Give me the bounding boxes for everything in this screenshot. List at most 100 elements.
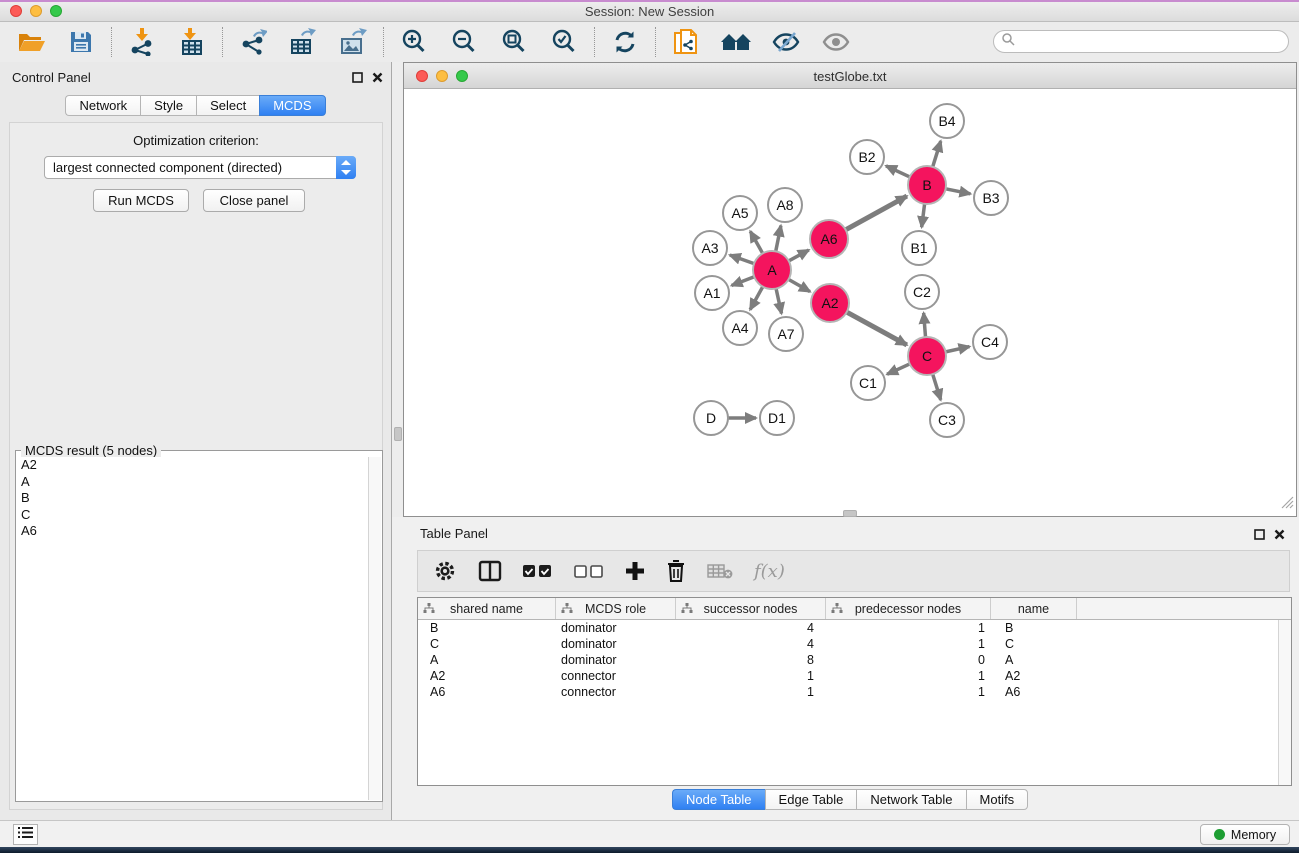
function-builder-icon[interactable]: f(x) [754, 556, 785, 586]
tab-network[interactable]: Network [65, 95, 140, 116]
edge-A-A5[interactable] [750, 231, 762, 253]
edge-A6-B[interactable] [846, 196, 907, 230]
first-neighbors-icon[interactable] [719, 27, 753, 57]
deselect-all-checks-icon[interactable] [574, 556, 604, 586]
tab-motifs[interactable]: Motifs [966, 789, 1029, 810]
tab-mcds[interactable]: MCDS [259, 95, 325, 116]
duplicate-network-icon[interactable] [669, 27, 703, 57]
import-table-icon[interactable] [175, 27, 209, 57]
export-network-icon[interactable] [236, 27, 270, 57]
hide-selected-icon[interactable] [769, 27, 803, 57]
tab-network-table[interactable]: Network Table [856, 789, 965, 810]
float-table-panel-icon[interactable] [1254, 527, 1265, 545]
export-table-icon[interactable] [286, 27, 320, 57]
cell-successor-nodes[interactable]: 4 [676, 621, 826, 635]
list-item[interactable]: C [17, 507, 368, 524]
task-history-button[interactable] [13, 824, 38, 845]
cell-predecessor-nodes[interactable]: 1 [826, 669, 991, 683]
cell-shared-name[interactable]: B [418, 621, 556, 635]
cell-shared-name[interactable]: C [418, 637, 556, 651]
zoom-in-icon[interactable] [397, 27, 431, 57]
save-session-icon[interactable] [64, 27, 98, 57]
result-list-scrollbar[interactable] [368, 457, 381, 800]
list-item[interactable]: A6 [17, 523, 368, 540]
edge-A2-C[interactable] [847, 312, 907, 345]
desktop-horizontal-scrollbar[interactable] [843, 510, 857, 517]
cell-shared-name[interactable]: A6 [418, 685, 556, 699]
memory-button[interactable]: Memory [1200, 824, 1290, 845]
search-input[interactable] [993, 30, 1289, 53]
cell-name[interactable]: C [991, 637, 1077, 651]
column-visibility-icon[interactable] [478, 556, 502, 586]
tab-node-table[interactable]: Node Table [672, 789, 765, 810]
column-header-shared-name[interactable]: shared name [418, 598, 556, 619]
cell-name[interactable]: A6 [991, 685, 1077, 699]
cell-mcds-role[interactable]: dominator [556, 637, 676, 651]
cell-mcds-role[interactable]: dominator [556, 653, 676, 667]
cell-predecessor-nodes[interactable]: 1 [826, 685, 991, 699]
edge-C-C1[interactable] [887, 364, 910, 374]
cell-shared-name[interactable]: A2 [418, 669, 556, 683]
column-header-predecessor-nodes[interactable]: predecessor nodes [826, 598, 991, 619]
cell-mcds-role[interactable]: dominator [556, 621, 676, 635]
desktop-vertical-scrollbar[interactable] [394, 427, 402, 441]
import-network-icon[interactable] [125, 27, 159, 57]
list-item[interactable]: B [17, 490, 368, 507]
close-panel-icon[interactable] [372, 70, 383, 88]
cell-successor-nodes[interactable]: 4 [676, 637, 826, 651]
cell-mcds-role[interactable]: connector [556, 669, 676, 683]
cell-predecessor-nodes[interactable]: 1 [826, 637, 991, 651]
table-row[interactable]: A2 connector 1 1 A2 [418, 668, 1278, 684]
table-options-gear-icon[interactable] [433, 556, 457, 586]
add-column-icon[interactable] [625, 556, 645, 586]
cell-name[interactable]: A [991, 653, 1077, 667]
cell-predecessor-nodes[interactable]: 0 [826, 653, 991, 667]
table-scrollbar[interactable] [1278, 620, 1291, 785]
cell-mcds-role[interactable]: connector [556, 685, 676, 699]
select-all-checks-icon[interactable] [523, 556, 553, 586]
export-image-icon[interactable] [336, 27, 370, 57]
network-canvas[interactable]: AA6A2BCA5A8A3A1A4A7B4B2B3B1C2C4C1C3DD1 [404, 89, 1296, 516]
window-resize-grip[interactable] [1281, 496, 1294, 514]
network-window-titlebar[interactable]: testGlobe.txt [404, 63, 1296, 89]
column-header-successor-nodes[interactable]: successor nodes [676, 598, 826, 619]
cell-successor-nodes[interactable]: 8 [676, 653, 826, 667]
close-panel-button[interactable]: Close panel [203, 189, 305, 212]
edge-B-B1[interactable] [922, 204, 925, 227]
edge-C-C2[interactable] [924, 313, 926, 337]
close-table-panel-icon[interactable] [1274, 527, 1285, 545]
column-header-mcds-role[interactable]: MCDS role [556, 598, 676, 619]
delete-column-icon[interactable] [666, 556, 686, 586]
mcds-result-list[interactable]: A2 A B C A6 [17, 457, 368, 800]
edge-C-C4[interactable] [946, 347, 970, 352]
cell-shared-name[interactable]: A [418, 653, 556, 667]
cell-successor-nodes[interactable]: 1 [676, 669, 826, 683]
cell-name[interactable]: B [991, 621, 1077, 635]
column-header-name[interactable]: name [991, 598, 1077, 619]
edge-A-A2[interactable] [789, 279, 810, 291]
tab-style[interactable]: Style [140, 95, 196, 116]
edge-A-A1[interactable] [732, 277, 755, 286]
cell-name[interactable]: A2 [991, 669, 1077, 683]
edge-B-B2[interactable] [886, 166, 910, 177]
table-row[interactable]: A6 connector 1 1 A6 [418, 684, 1278, 700]
delete-table-icon[interactable] [707, 556, 733, 586]
zoom-out-icon[interactable] [447, 27, 481, 57]
edge-B-B3[interactable] [946, 189, 971, 194]
list-item[interactable]: A2 [17, 457, 368, 474]
edge-A-A8[interactable] [776, 226, 781, 252]
run-mcds-button[interactable]: Run MCDS [93, 189, 189, 212]
edge-A-A7[interactable] [776, 289, 781, 314]
list-item[interactable]: A [17, 474, 368, 491]
tab-select[interactable]: Select [196, 95, 259, 116]
refresh-icon[interactable] [608, 27, 642, 57]
table-row[interactable]: B dominator 4 1 B [418, 620, 1278, 636]
edge-A-A3[interactable] [730, 255, 754, 264]
zoom-fit-icon[interactable] [497, 27, 531, 57]
edge-B-B4[interactable] [933, 141, 941, 167]
cell-successor-nodes[interactable]: 1 [676, 685, 826, 699]
table-row[interactable]: A dominator 8 0 A [418, 652, 1278, 668]
zoom-selected-icon[interactable] [547, 27, 581, 57]
show-all-icon[interactable] [819, 27, 853, 57]
float-panel-icon[interactable] [352, 70, 363, 88]
